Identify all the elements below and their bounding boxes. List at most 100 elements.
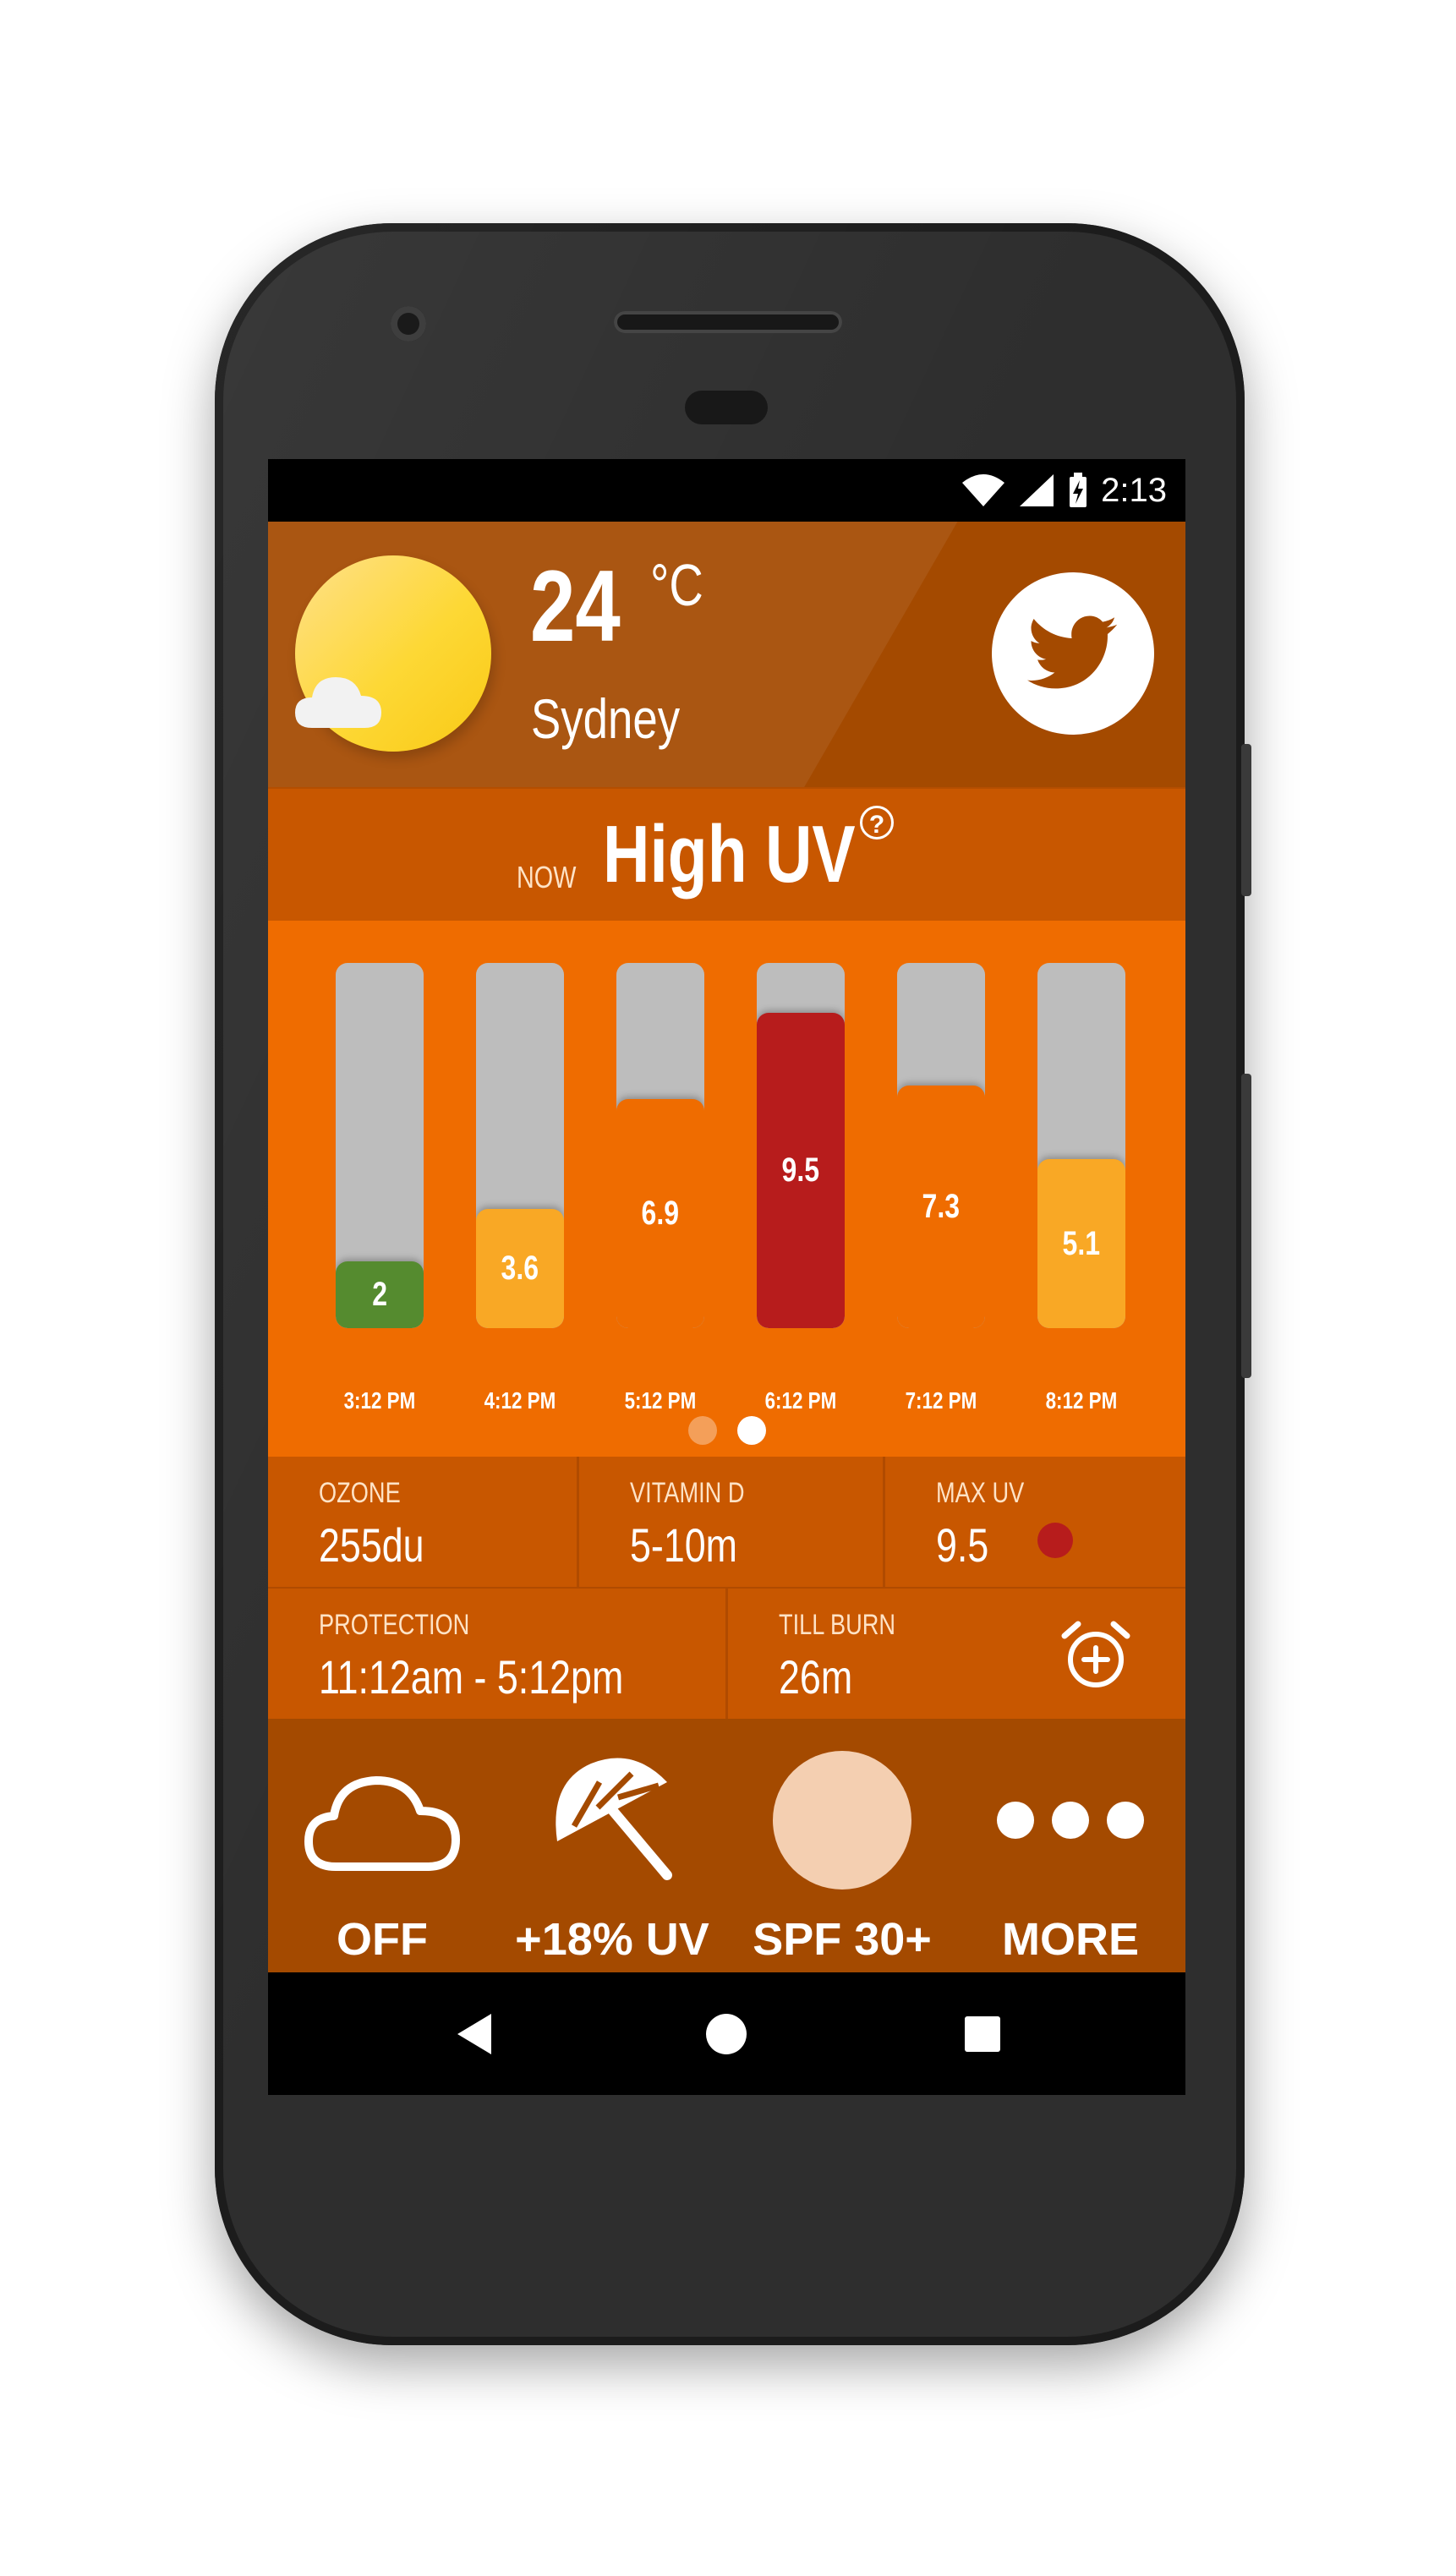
vitamin-d-label: VITAMIN D [630,1477,745,1509]
vitamin-d-value: 5-10m [630,1518,737,1572]
city-name: Sydney [531,687,681,750]
temperature-value: 24 [530,550,621,663]
volume-rocker [1241,1074,1251,1378]
bar-time-text: 6:12 PM [764,1387,837,1414]
temperature-unit: °C [650,552,703,618]
home-button[interactable] [663,1972,790,2095]
status-clock: 2:13 [1101,471,1167,509]
forecast-bar-4[interactable]: 9.5 6:12 PM [757,963,845,1414]
bar-fill: 9.5 [757,1013,845,1328]
recents-button[interactable] [919,1972,1046,2095]
recents-icon [965,2015,1000,2052]
alarm-add-icon[interactable] [1058,1617,1134,1693]
forecast-bar-3[interactable]: 6.9 5:12 PM [616,963,704,1414]
bar-time-text: 4:12 PM [484,1387,556,1414]
max-uv-label: MAX UV [936,1477,1025,1509]
protection-cell: PROTECTION 11:12am - 5:12pm [268,1589,728,1719]
twitter-icon [1027,615,1118,689]
more-label: MORE [1002,1914,1139,1965]
bar-track: 7.3 [897,963,985,1328]
till-burn-value: 26m [779,1650,853,1704]
forecast-bar-5[interactable]: 7.3 7:12 PM [897,963,985,1414]
cloud-toggle-label: OFF [337,1914,428,1965]
skin-tone-icon [728,1744,956,1896]
skin-tone-circle [773,1751,911,1890]
back-icon [457,2013,491,2054]
protection-value: 11:12am - 5:12pm [319,1650,624,1704]
bar-time-label: 5:12 PM [593,1387,728,1414]
quick-actions: OFF +18% UV SPF 30+ MORE [268,1719,1185,1972]
umbrella-icon [498,1744,726,1896]
bar-track: 5.1 [1037,963,1125,1328]
page-dot-2[interactable] [736,1416,766,1445]
bar-time-text: 3:12 PM [343,1387,416,1414]
uv-level-text: High UV [603,809,856,900]
back-button[interactable] [412,1972,539,2095]
signal-icon [1020,474,1054,506]
bar-value-label: 5.1 [1062,1224,1101,1262]
bar-fill: 6.9 [616,1099,704,1328]
front-camera [391,306,426,342]
bar-value-label: 7.3 [922,1188,961,1225]
uv-forecast-chart[interactable]: 2 3:12 PM 3.6 4:12 PM 6.9 5:12 PM 9.5 6:12 PM 7.… [268,921,1185,1457]
till-burn-label: TILL BURN [779,1609,896,1641]
bar-value-label: 6.9 [641,1195,680,1232]
partly-cloudy-icon [295,677,381,728]
weather-header: 24 °C Sydney [268,522,1185,787]
till-burn-cell[interactable]: TILL BURN 26m [728,1589,1185,1719]
bar-value-label: 2 [372,1276,387,1313]
power-button [1241,744,1251,896]
battery-charging-icon [1070,473,1087,507]
bar-fill: 7.3 [897,1086,985,1328]
spf-label: SPF 30+ [753,1914,932,1965]
shade-label: +18% UV [515,1914,709,1965]
info-row-2: PROTECTION 11:12am - 5:12pm TILL BURN 26… [268,1589,1185,1721]
bar-time-label: 6:12 PM [733,1387,868,1414]
vitamin-d-cell: VITAMIN D 5-10m [579,1457,885,1587]
status-icons: 2:13 [961,469,1167,511]
info-row-1: OZONE 255du VITAMIN D 5-10m MAX UV 9.5 [268,1457,1185,1589]
more-action[interactable]: MORE [956,1744,1185,1965]
bar-track: 6.9 [616,963,704,1328]
proximity-sensor [685,391,768,424]
max-uv-level-dot [1037,1523,1073,1558]
status-bar: 2:13 [268,459,1185,522]
cloud-toggle-action[interactable]: OFF [268,1744,496,1965]
earpiece-speaker [614,311,842,333]
more-icon [956,1744,1185,1896]
max-uv-value: 9.5 [936,1518,989,1572]
protection-label: PROTECTION [319,1609,470,1641]
forecast-bar-1[interactable]: 2 3:12 PM [336,963,424,1414]
cloud-icon [268,1744,496,1896]
uv-now-banner: NOW High UV ? [268,787,1185,924]
help-icon[interactable]: ? [860,806,894,840]
bar-time-label: 8:12 PM [1014,1387,1149,1414]
bar-time-label: 3:12 PM [312,1387,447,1414]
page-indicator [268,1416,1185,1447]
bar-track: 3.6 [476,963,564,1328]
ozone-label: OZONE [319,1477,401,1509]
bar-fill: 5.1 [1037,1159,1125,1328]
twitter-share-button[interactable] [992,572,1154,735]
wifi-icon [962,474,1005,506]
bar-time-label: 4:12 PM [452,1387,588,1414]
bar-fill: 2 [336,1261,424,1328]
phone-screen: 2:13 24 °C Sydney NOW High UV ? 2 3:12 PM… [268,459,1185,2095]
bar-value-label: 9.5 [781,1151,820,1189]
uv-now-label: NOW [517,860,577,894]
shade-action[interactable]: +18% UV [498,1744,726,1965]
ozone-value: 255du [319,1518,424,1572]
bar-time-text: 5:12 PM [624,1387,697,1414]
forecast-bar-2[interactable]: 3.6 4:12 PM [476,963,564,1414]
page-dot-1[interactable] [687,1416,717,1445]
spf-action[interactable]: SPF 30+ [728,1744,956,1965]
forecast-bar-6[interactable]: 5.1 8:12 PM [1037,963,1125,1414]
bar-track: 2 [336,963,424,1328]
max-uv-cell: MAX UV 9.5 [885,1457,1185,1587]
bar-time-label: 7:12 PM [873,1387,1009,1414]
bar-value-label: 3.6 [501,1250,539,1287]
home-icon [706,2013,747,2054]
ozone-cell: OZONE 255du [268,1457,579,1587]
bar-track: 9.5 [757,963,845,1328]
bar-time-text: 7:12 PM [905,1387,977,1414]
